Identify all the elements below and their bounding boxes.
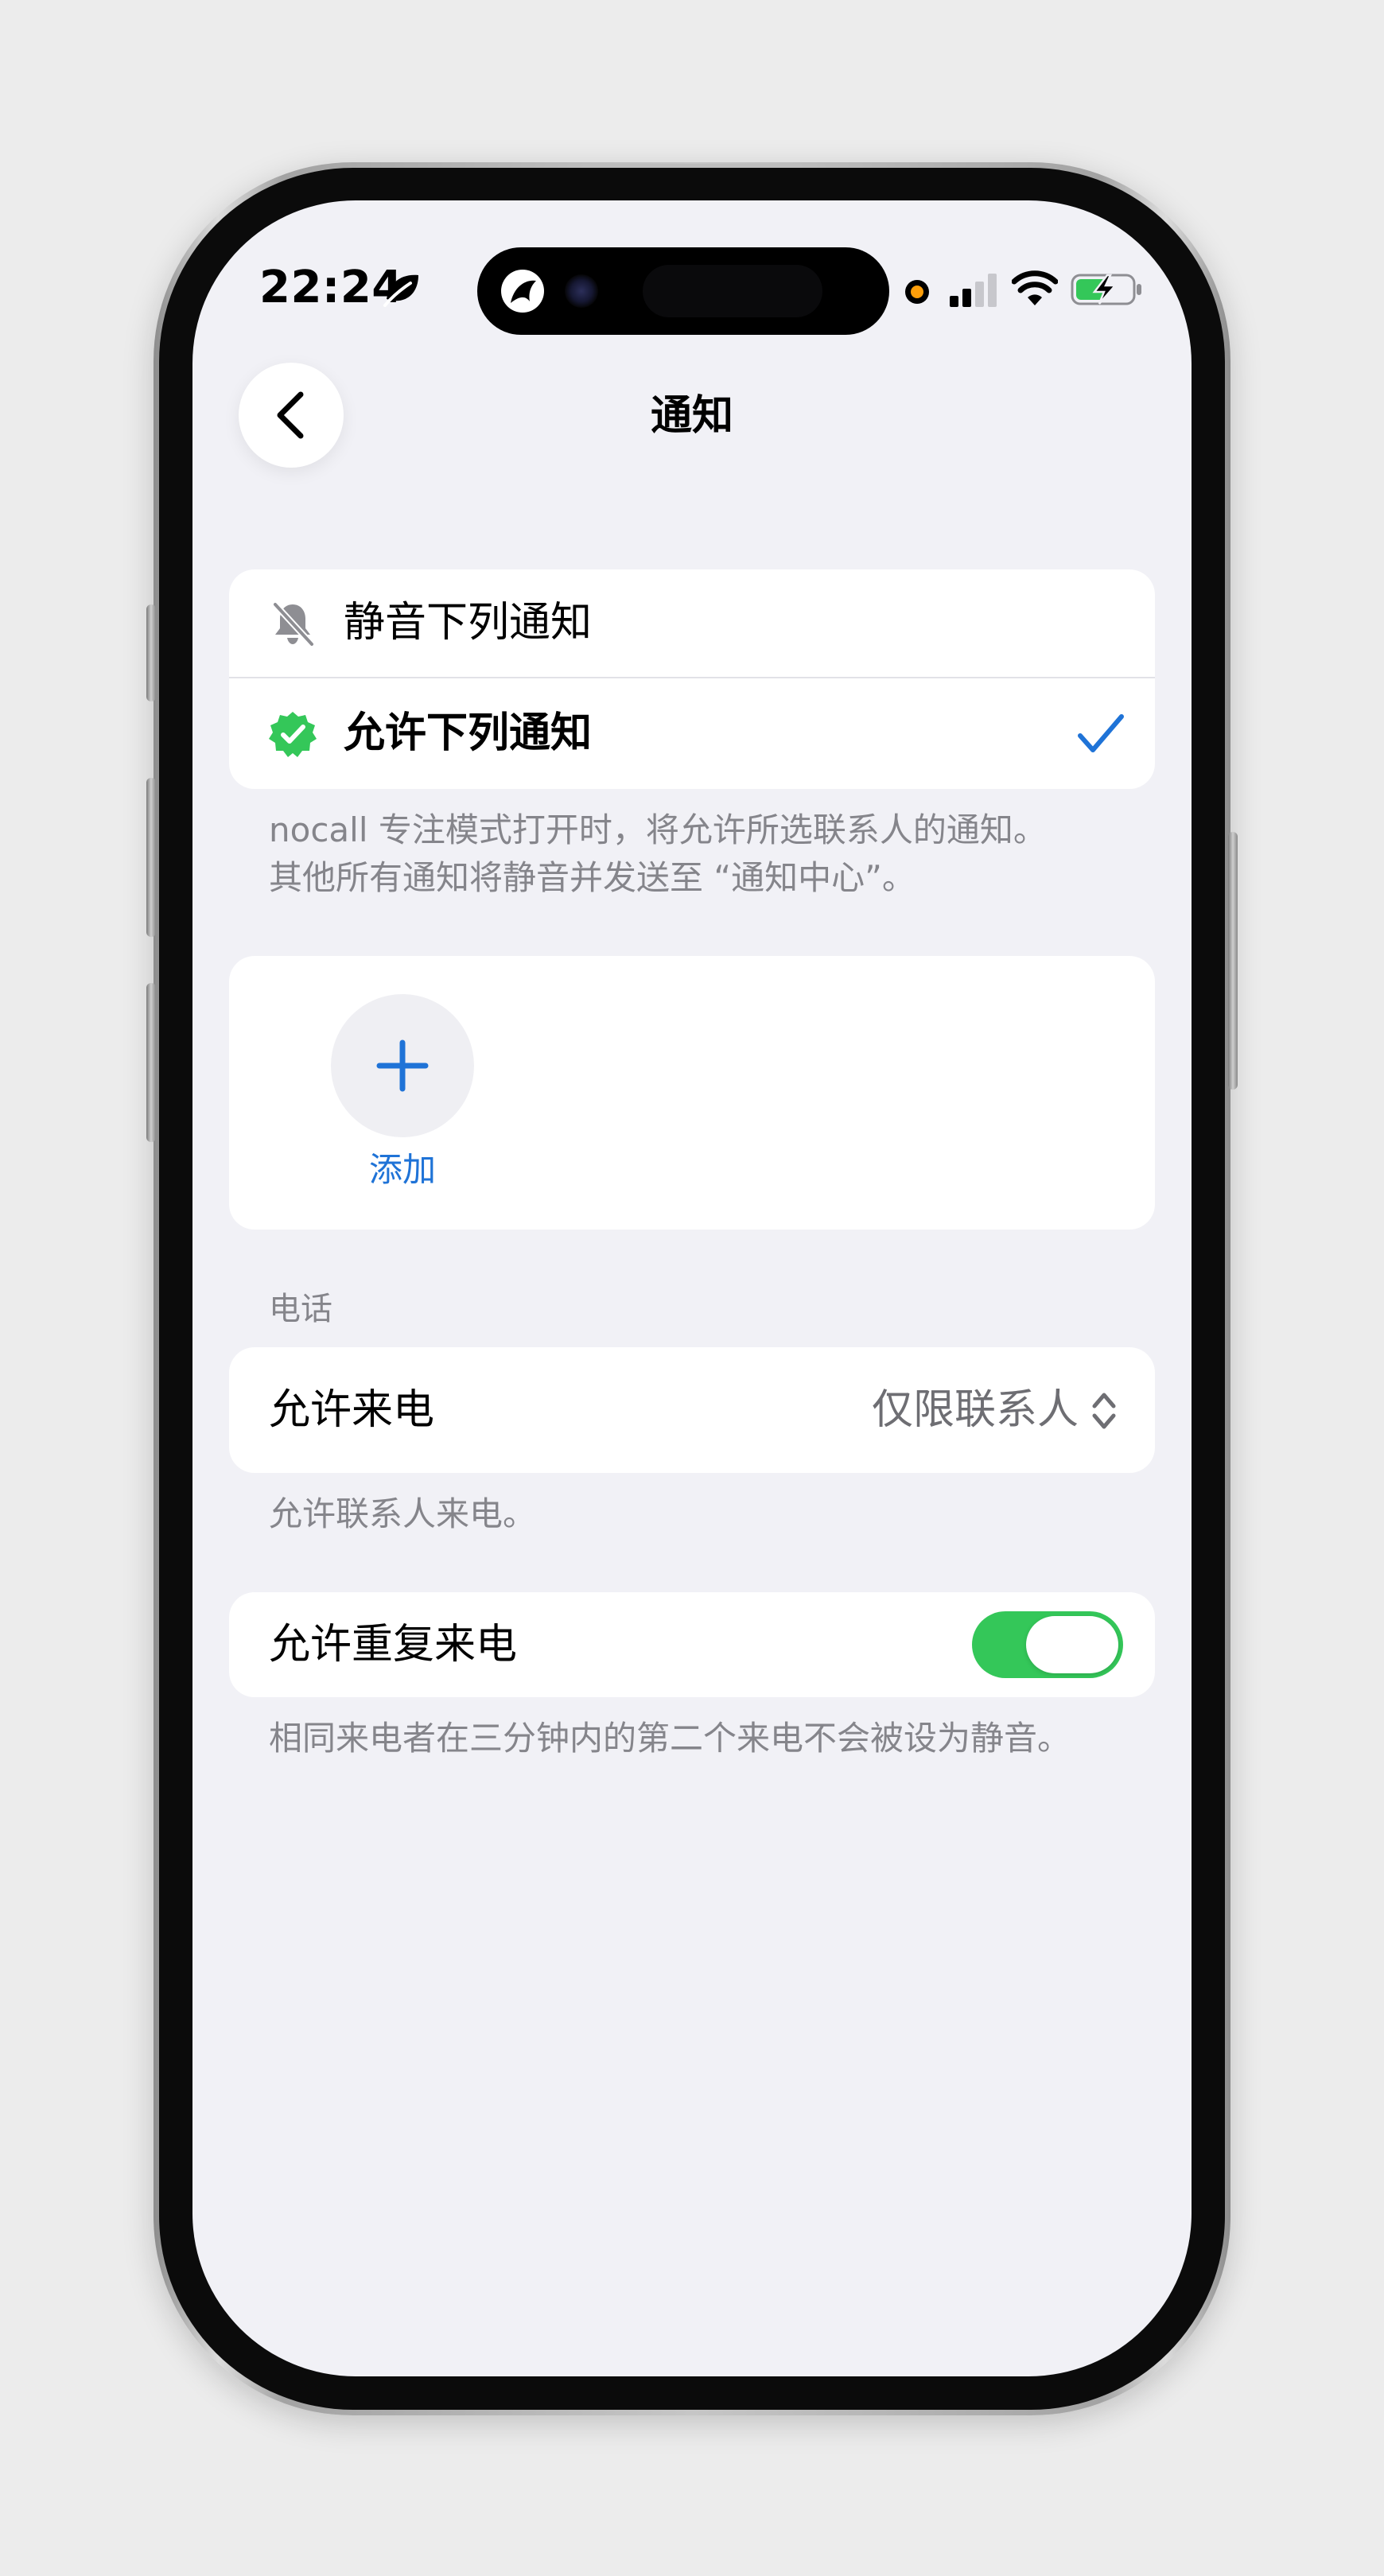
notification-mode-card: 静音下列通知 允许下列通知 bbox=[229, 569, 1155, 789]
face-id-sensor bbox=[643, 265, 822, 317]
calls-section-header: 电话 bbox=[269, 1291, 332, 1327]
nocall-app-icon bbox=[501, 270, 544, 313]
cellular-signal-icon bbox=[950, 274, 997, 307]
volume-up-button bbox=[146, 778, 156, 937]
allow-calls-value[interactable]: 仅限联系人 bbox=[872, 1385, 1079, 1435]
chevron-up-down-icon bbox=[1092, 1393, 1116, 1429]
mode-footnote: nocall 专注模式打开时，将允许所选联系人的通知。 其他所有通知将静音并发送… bbox=[269, 806, 1128, 902]
add-person-button[interactable] bbox=[331, 994, 474, 1137]
focus-leaf-icon bbox=[383, 274, 418, 307]
mode-footnote-line-1: nocall 专注模式打开时，将允许所选联系人的通知。 bbox=[269, 810, 1047, 849]
repeated-calls-footnote: 相同来电者在三分钟内的第二个来电不会被设为静音。 bbox=[269, 1719, 1071, 1758]
bell-slash-icon bbox=[272, 601, 315, 647]
option-allow-label: 允许下列通知 bbox=[344, 709, 593, 757]
allow-calls-row[interactable]: 允许来电 仅限联系人 bbox=[229, 1347, 1155, 1473]
recording-indicator-icon bbox=[905, 280, 929, 304]
add-person-label[interactable]: 添加 bbox=[331, 1150, 474, 1190]
allowed-people-card: 添加 bbox=[229, 956, 1155, 1230]
checkmark-icon bbox=[1078, 714, 1124, 752]
allow-calls-label: 允许来电 bbox=[269, 1386, 435, 1434]
action-button bbox=[146, 604, 156, 701]
mode-footnote-line-2: 其他所有通知将静音并发送至 “通知中心”。 bbox=[269, 858, 916, 897]
option-silence-label: 静音下列通知 bbox=[344, 599, 593, 647]
dynamic-island bbox=[477, 247, 889, 335]
option-silence-notifications[interactable]: 静音下列通知 bbox=[229, 569, 1155, 678]
repeated-calls-label: 允许重复来电 bbox=[269, 1621, 518, 1669]
plus-icon bbox=[376, 1039, 429, 1092]
battery-charging-icon bbox=[1071, 274, 1141, 305]
power-button bbox=[1228, 832, 1238, 1090]
front-camera bbox=[565, 274, 598, 308]
screen: 22:24 通知 静音下列通知 允许下列通知 nocall 专注模式打开时，将允… bbox=[192, 200, 1192, 2376]
repeated-calls-toggle[interactable] bbox=[972, 1611, 1123, 1678]
wifi-icon bbox=[1012, 270, 1058, 305]
option-allow-notifications[interactable]: 允许下列通知 bbox=[229, 678, 1155, 789]
volume-down-button bbox=[146, 983, 156, 1142]
toggle-knob bbox=[1026, 1616, 1118, 1673]
verified-badge-icon bbox=[269, 712, 317, 757]
allow-calls-footnote: 允许联系人来电。 bbox=[269, 1494, 537, 1533]
allow-calls-card: 允许来电 仅限联系人 bbox=[229, 1347, 1155, 1473]
page-title: 通知 bbox=[650, 392, 733, 440]
repeated-calls-card: 允许重复来电 bbox=[229, 1592, 1155, 1697]
repeated-calls-row: 允许重复来电 bbox=[229, 1592, 1155, 1697]
